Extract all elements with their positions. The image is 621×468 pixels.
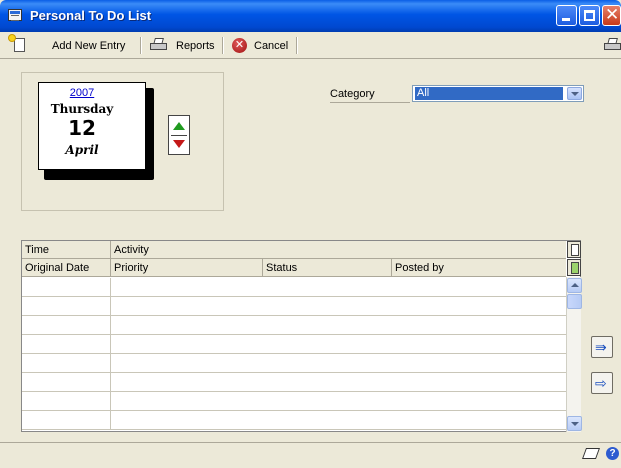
table-row[interactable] <box>22 373 566 392</box>
printer-icon[interactable] <box>604 38 621 51</box>
expand-rows-button[interactable] <box>567 259 581 276</box>
reports-label: Reports <box>176 39 215 52</box>
calendar-day: 12 <box>68 116 96 140</box>
column-activity[interactable]: Activity <box>111 241 566 259</box>
cancel-icon: ✕ <box>232 38 247 53</box>
close-button[interactable]: ✕ <box>602 5 621 26</box>
table-cell[interactable] <box>22 373 111 391</box>
calendar-year-link[interactable]: 2007 <box>39 87 125 99</box>
minimize-button[interactable] <box>556 5 577 26</box>
expand-right-icon: ⇛ <box>595 339 607 355</box>
toolbar-separator <box>222 37 224 54</box>
category-underline <box>330 102 410 103</box>
personal-todo-window: Personal To Do List ✕ Add New Entry Repo… <box>0 0 621 468</box>
table-cell[interactable] <box>22 411 111 429</box>
arrow-up-icon[interactable] <box>171 118 187 134</box>
table-cell[interactable] <box>22 316 111 334</box>
category-label: Category <box>330 88 375 100</box>
column-time[interactable]: Time <box>22 241 111 259</box>
add-new-entry-label: Add New Entry <box>52 39 126 52</box>
arrow-right-icon: ⇨ <box>595 375 607 391</box>
table-row[interactable] <box>22 316 566 335</box>
arrow-down-icon[interactable] <box>171 137 187 153</box>
new-entry-icon <box>9 35 25 52</box>
table-row[interactable] <box>22 354 566 373</box>
table-cell[interactable] <box>22 335 111 353</box>
window-title: Personal To Do List <box>30 8 152 23</box>
scroll-up-button[interactable] <box>567 278 582 293</box>
vertical-scrollbar[interactable] <box>566 277 582 432</box>
title-bar: Personal To Do List ✕ <box>0 0 621 32</box>
status-bar <box>0 442 621 468</box>
toolbar-separator <box>140 37 142 54</box>
date-spinner <box>168 115 190 155</box>
column-posted-by[interactable]: Posted by <box>392 259 566 277</box>
arrow-right-button[interactable]: ⇨ <box>591 372 613 394</box>
grid-header-row-2: Original Date Priority Status Posted by <box>22 259 566 277</box>
printer-icon <box>150 38 167 51</box>
scroll-thumb[interactable] <box>567 294 582 309</box>
table-cell[interactable] <box>22 354 111 372</box>
table-row[interactable] <box>22 392 566 411</box>
scroll-down-button[interactable] <box>567 416 582 431</box>
column-priority[interactable]: Priority <box>111 259 263 277</box>
table-row[interactable] <box>22 411 566 430</box>
todo-grid: Time Activity Original Date Priority Sta… <box>21 240 582 432</box>
close-icon: ✕ <box>605 5 620 24</box>
maximize-icon <box>584 10 595 21</box>
spinner-divider <box>171 135 187 136</box>
toolbar-separator <box>296 37 298 54</box>
calendar-page: 2007 Thursday 12 April <box>38 82 146 170</box>
cancel-label: Cancel <box>254 39 289 52</box>
table-row[interactable] <box>22 297 566 316</box>
category-dropdown[interactable]: All <box>412 85 584 102</box>
table-row[interactable] <box>22 278 566 297</box>
calendar[interactable]: 2007 Thursday 12 April <box>38 82 154 180</box>
collapse-rows-button[interactable] <box>567 241 581 258</box>
minimize-icon <box>562 18 570 21</box>
category-selected-value: All <box>415 87 563 100</box>
column-status[interactable]: Status <box>263 259 392 277</box>
maximize-button[interactable] <box>579 5 600 26</box>
grid-rows <box>22 278 566 431</box>
table-row[interactable] <box>22 335 566 354</box>
cancel-button[interactable]: Cancel <box>254 36 288 55</box>
grid-header-row-1: Time Activity <box>22 241 566 259</box>
calendar-weekday: Thursday <box>50 102 114 116</box>
calendar-month: April <box>65 143 99 157</box>
table-cell[interactable] <box>22 297 111 315</box>
table-cell[interactable] <box>22 392 111 410</box>
column-original-date[interactable]: Original Date <box>22 259 111 277</box>
list-icon <box>8 9 22 21</box>
add-new-entry-button[interactable]: Add New Entry <box>32 36 125 55</box>
reports-button[interactable]: Reports <box>176 36 215 55</box>
chevron-down-icon[interactable] <box>567 87 582 100</box>
table-cell[interactable] <box>22 278 111 296</box>
help-icon[interactable]: ? <box>606 447 619 460</box>
expand-right-button[interactable]: ⇛ <box>591 336 613 358</box>
